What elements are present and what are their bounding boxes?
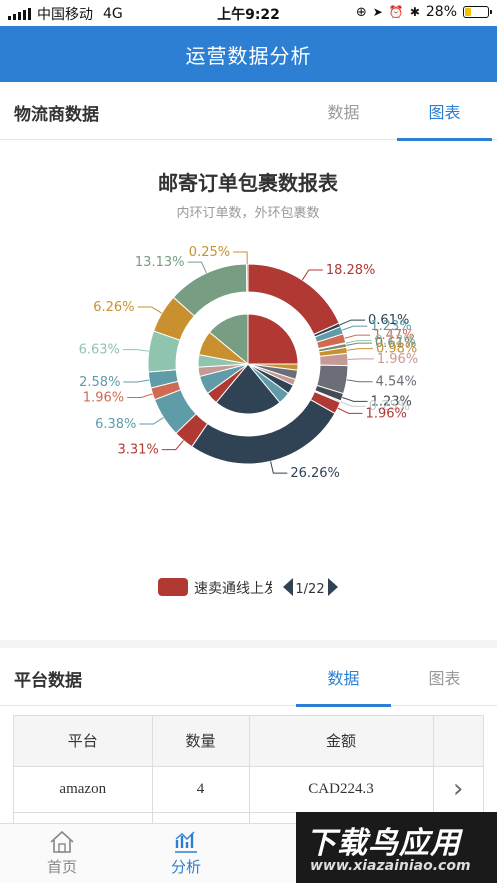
label-line (270, 461, 288, 474)
slice-percent-label: 4.54% (376, 375, 417, 390)
column-amount: 金额 (249, 716, 434, 767)
bluetooth-icon: ✱ (409, 5, 420, 19)
legend-page: 1/22 (295, 582, 324, 597)
label-line (342, 396, 368, 402)
cell-platform: amazon (14, 766, 153, 813)
label-line (339, 319, 366, 326)
inner-ring (197, 313, 299, 415)
slice-percent-label: 13.13% (135, 255, 185, 270)
slice-percent-label: 18.28% (326, 263, 376, 278)
label-line (340, 401, 366, 407)
label-line (337, 407, 363, 414)
legend-prev-icon[interactable] (283, 578, 293, 596)
column-platform: 平台 (14, 716, 153, 767)
chart-panel: 邮寄订单包裹数报表 内环订单数，外环包裹数 18.28% 0.61% 1.23% 1.… (0, 142, 497, 650)
label-line (301, 269, 323, 281)
status-bar: 中国移动 4G 上午9:22 ⊕ ➤ ⏰ ✱ 28% (0, 0, 497, 26)
cell-quantity: 4 (152, 766, 250, 813)
label-line (187, 261, 207, 274)
logistics-title: 物流商数据 (14, 105, 99, 125)
label-line (233, 251, 248, 265)
tab-logistics-chart[interactable]: 图表 (397, 82, 492, 141)
location-icon: ➤ (372, 5, 383, 19)
slice-percent-label: 1.96% (366, 406, 407, 421)
watermark: 下载鸟应用 www.xiazainiao.com (296, 812, 497, 883)
label-line (161, 440, 184, 451)
column-action (433, 716, 483, 767)
label-line (346, 348, 373, 351)
outer-ring-slice[interactable] (245, 263, 249, 293)
label-line (139, 417, 164, 425)
slice-percent-label: 0.25% (189, 245, 230, 260)
logistics-section-header: 物流商数据 数据 图表 (0, 82, 497, 141)
label-line (123, 379, 150, 383)
inner-ring-slice[interactable] (247, 313, 299, 365)
label-line (346, 379, 373, 383)
watermark-title: 下载鸟应用 (306, 826, 461, 861)
platform-title: 平台数据 (14, 671, 82, 691)
chart-subtitle: 内环订单数，外环包裹数 (176, 205, 319, 221)
slice-percent-label: 3.31% (117, 443, 158, 458)
label-line (341, 325, 368, 331)
watermark-url: www.xiazainiao.com (310, 858, 471, 874)
slice-percent-label: 6.26% (93, 300, 134, 315)
tab-home[interactable]: 首页 (12, 830, 112, 877)
label-line (347, 358, 374, 360)
chart-icon (175, 831, 197, 853)
home-icon (50, 830, 74, 853)
tab-analysis[interactable]: 分析 (136, 830, 236, 877)
column-quantity: 数量 (152, 716, 250, 767)
rotation-lock-icon: ⊕ (355, 4, 367, 20)
legend-next-icon[interactable] (328, 578, 338, 596)
slice-percent-label: 26.26% (290, 466, 340, 481)
slice-percent-label: 1.96% (83, 390, 124, 405)
slice-percent-label: 6.38% (95, 417, 136, 432)
chevron-right-icon[interactable]: › (433, 766, 483, 813)
cell-amount: CAD224.3 (249, 766, 434, 813)
label-line (346, 342, 373, 346)
label-line (344, 334, 371, 339)
legend-label[interactable]: 速卖通线上发 (194, 581, 278, 597)
table-row[interactable]: amazon 4 CAD224.3 › (14, 766, 483, 813)
alarm-icon: ⏰ (388, 5, 404, 19)
table-header-row: 平台 数量 金额 (14, 716, 483, 767)
nav-bar: 运营数据分析 (0, 26, 497, 82)
tab-platform-chart[interactable]: 图表 (397, 648, 492, 706)
label-line (122, 349, 149, 352)
slice-percent-label: 6.63% (79, 343, 120, 358)
battery-percent: 28% (425, 4, 457, 20)
chart-title: 邮寄订单包裹数报表 (158, 171, 339, 195)
section-divider (0, 640, 497, 648)
tab-home-label: 首页 (46, 858, 77, 876)
slice-percent-label: 1.96% (377, 352, 418, 367)
tab-analysis-label: 分析 (170, 858, 201, 876)
platform-section-header: 平台数据 数据 图表 (0, 648, 497, 707)
donut-chart: 邮寄订单包裹数报表 内环订单数，外环包裹数 18.28%0.61%1.23%1.… (79, 171, 419, 597)
battery-icon (463, 6, 492, 18)
label-line (127, 393, 153, 398)
tab-logistics-data[interactable]: 数据 (296, 82, 391, 140)
legend-swatch (158, 578, 188, 596)
slice-percent-label: 2.58% (79, 375, 120, 390)
tab-platform-data[interactable]: 数据 (296, 648, 391, 707)
page-title: 运营数据分析 (185, 43, 312, 68)
label-line (137, 306, 163, 314)
